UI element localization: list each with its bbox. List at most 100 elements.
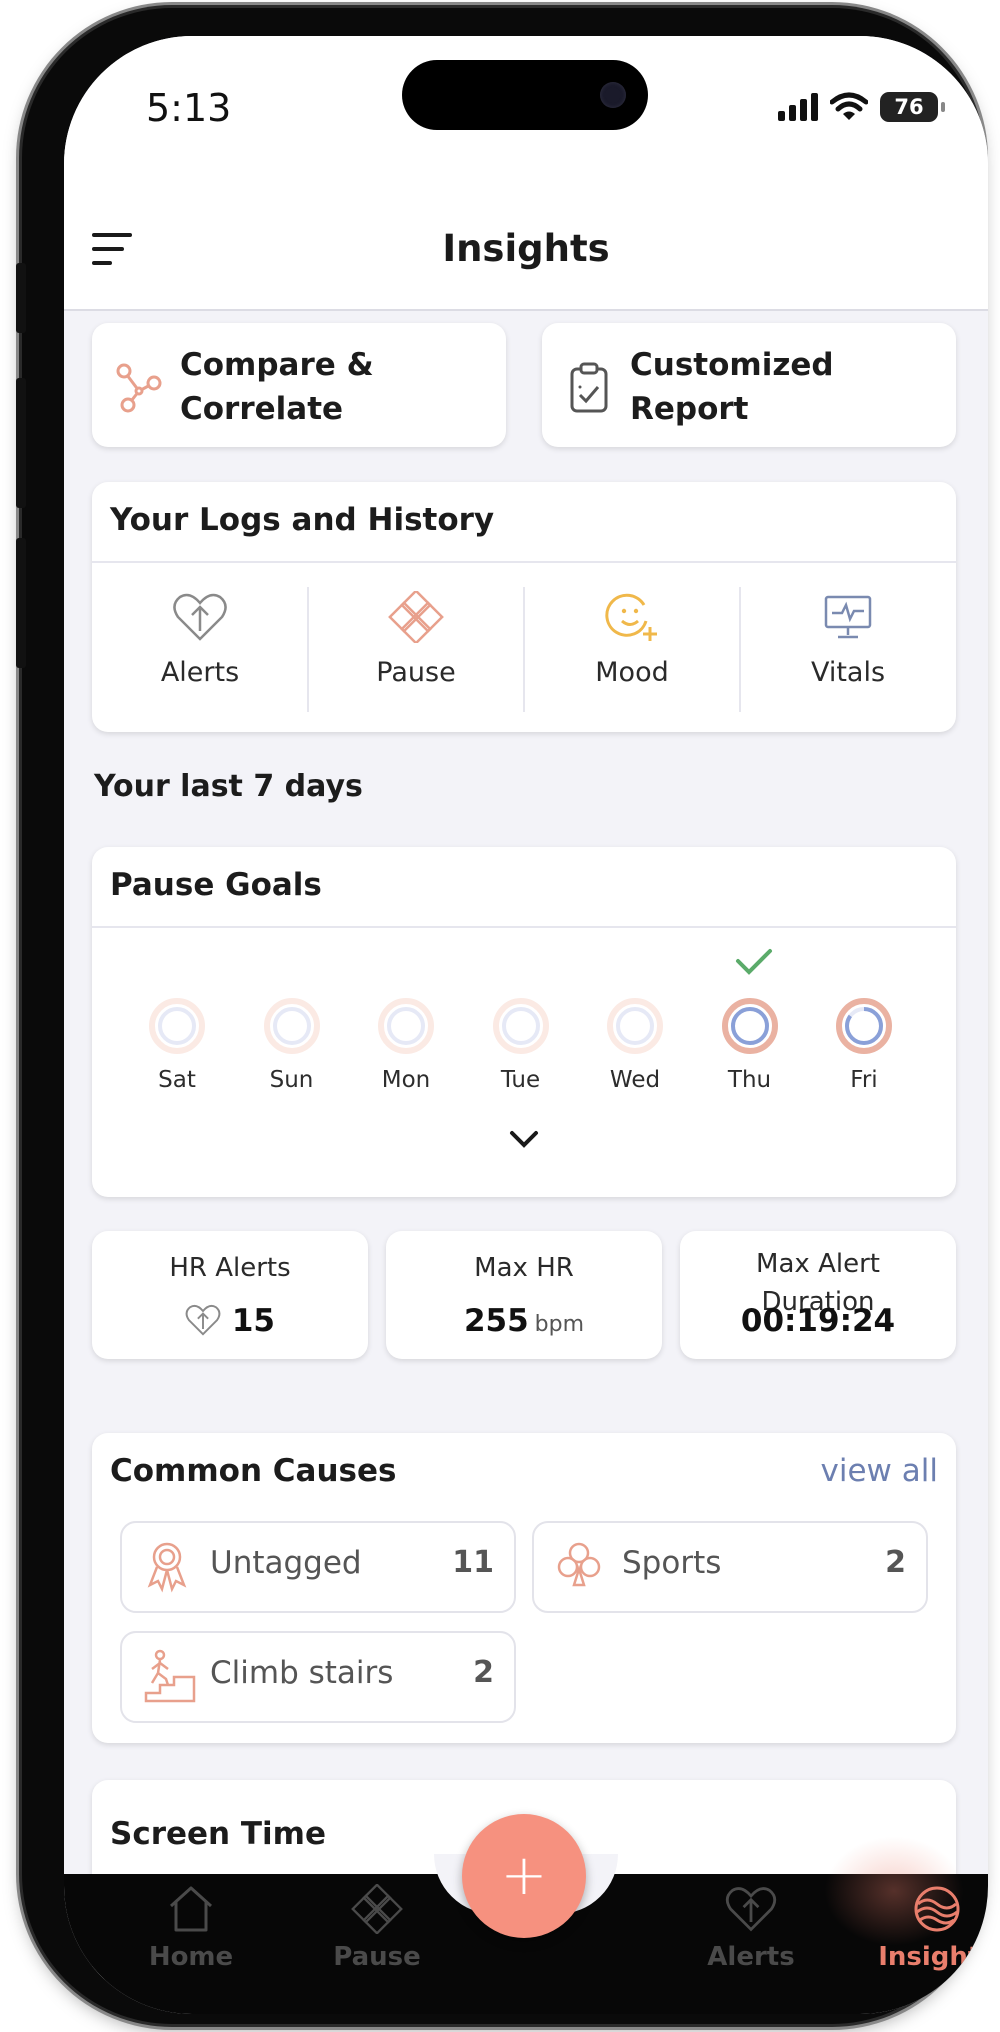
log-mood-button[interactable]: Mood (524, 567, 740, 717)
pause-goals-card: Pause Goals Sat Sun Mon Tue Wed Thu Fri (92, 847, 956, 1197)
log-vitals-label: Vitals (810, 657, 886, 688)
nav-home[interactable]: Home (116, 1884, 266, 1972)
cause-chip-untagged[interactable]: Untagged 11 (120, 1521, 516, 1613)
smiley-plus-icon (605, 593, 657, 641)
pause-goal-day[interactable]: Sun (247, 997, 337, 1093)
club-icon (557, 1542, 601, 1587)
cause-label: Climb stairs (210, 1655, 394, 1691)
log-alerts-label: Alerts (160, 657, 240, 688)
compare-correlate-button[interactable]: Compare & Correlate (92, 323, 506, 447)
pause-goals-title: Pause Goals (110, 867, 322, 903)
monitor-pulse-icon (824, 595, 872, 639)
day-label: Sat (158, 1067, 196, 1093)
logs-history-card: Your Logs and History Alerts Pause Mood … (92, 482, 956, 732)
nav-alerts[interactable]: Alerts (676, 1884, 826, 1972)
ribbon-award-icon (147, 1542, 187, 1593)
last-7-days-heading: Your last 7 days (94, 769, 363, 804)
progress-ring (149, 998, 205, 1054)
max-alert-duration-card[interactable]: Max Alert Duration 00:19:24 (680, 1231, 956, 1359)
chevron-down-icon[interactable] (508, 1128, 540, 1150)
log-alerts-button[interactable]: Alerts (92, 567, 308, 717)
compare-correlate-label: Compare & Correlate (180, 347, 374, 427)
hr-alerts-value: 15 (231, 1303, 275, 1339)
nodes-icon (116, 363, 162, 413)
nav-alerts-label: Alerts (707, 1942, 795, 1972)
camera-icon (600, 82, 626, 108)
heart-arrow-icon (185, 1304, 221, 1336)
log-vitals-button[interactable]: Vitals (740, 567, 956, 717)
clipboard-check-icon (570, 362, 608, 413)
log-pause-button[interactable]: Pause (308, 567, 524, 717)
cause-count: 2 (885, 1545, 906, 1580)
hr-alerts-label: HR Alerts (169, 1253, 291, 1283)
pause-goal-day[interactable]: Tue (476, 997, 566, 1093)
day-label: Thu (727, 1067, 772, 1093)
heart-arrow-icon (725, 1887, 777, 1932)
silent-switch (16, 263, 26, 333)
progress-ring (607, 998, 663, 1054)
progress-ring (263, 998, 320, 1054)
day-label: Wed (609, 1067, 661, 1093)
day-label: Fri (850, 1067, 878, 1093)
hr-alerts-value-row: 15 (92, 1303, 368, 1339)
battery-icon: 76 (880, 92, 945, 122)
customized-report-label: Customized Report (630, 347, 834, 427)
progress-ring (836, 998, 892, 1054)
cause-chip-sports[interactable]: Sports 2 (532, 1521, 928, 1613)
check-icon (736, 949, 772, 975)
progress-ring (492, 998, 549, 1054)
cause-label: Untagged (210, 1545, 362, 1581)
flower-icon (388, 591, 444, 643)
flower-icon (351, 1883, 403, 1935)
day-label: Tue (500, 1067, 541, 1093)
volume-down-button (16, 538, 26, 668)
dynamic-island (402, 60, 648, 130)
cause-count: 2 (473, 1655, 494, 1690)
wifi-icon (830, 92, 868, 120)
pause-goal-day[interactable]: Mon (361, 997, 451, 1093)
app-header: Insights (64, 191, 988, 311)
max-alert-duration-value: 00:19:24 (740, 1303, 896, 1339)
customized-report-button[interactable]: Customized Report (542, 323, 956, 447)
heart-arrow-icon (173, 593, 227, 641)
max-hr-card[interactable]: Max HR 255 bpm (386, 1231, 662, 1359)
screen: 5:13 76 Insights Compare & Correlate Cus… (64, 36, 988, 2014)
pause-goal-day[interactable]: Fri (819, 997, 909, 1093)
active-tab-glow (824, 1836, 964, 1946)
status-time: 5:13 (146, 86, 232, 130)
cause-count: 11 (452, 1545, 494, 1580)
home-icon (169, 1886, 213, 1932)
pause-goal-day[interactable]: Thu (705, 997, 795, 1093)
pause-goal-day[interactable]: Wed (590, 997, 680, 1093)
log-mood-label: Mood (595, 657, 669, 688)
volume-up-button (16, 378, 26, 508)
max-hr-value: 255 (463, 1303, 529, 1339)
hr-alerts-card[interactable]: HR Alerts 15 (92, 1231, 368, 1359)
day-label: Sun (269, 1067, 314, 1093)
pause-goal-day[interactable]: Sat (132, 997, 222, 1093)
status-icons: 76 (778, 92, 945, 122)
page-title: Insights (442, 227, 610, 270)
phone-frame: 5:13 76 Insights Compare & Correlate Cus… (16, 8, 988, 2024)
status-bar: 5:13 76 (64, 36, 988, 191)
nav-pause[interactable]: Pause (302, 1883, 452, 1972)
stairs-icon (144, 1649, 196, 1703)
progress-ring (378, 998, 434, 1054)
day-label: Mon (381, 1067, 431, 1093)
view-all-link[interactable]: view all (821, 1453, 938, 1489)
nav-home-label: Home (148, 1942, 234, 1972)
cellular-signal-icon (778, 93, 818, 121)
log-pause-label: Pause (376, 657, 456, 688)
max-hr-value-row: 255 bpm (386, 1303, 662, 1339)
divider (92, 926, 956, 928)
cause-chip-climb-stairs[interactable]: Climb stairs 2 (120, 1631, 516, 1723)
cause-label: Sports (622, 1545, 722, 1581)
screen-time-title: Screen Time (110, 1816, 327, 1852)
progress-ring (721, 998, 778, 1054)
logs-history-title: Your Logs and History (110, 502, 495, 538)
max-hr-label: Max HR (474, 1253, 574, 1283)
max-hr-unit: bpm (534, 1312, 585, 1337)
add-button[interactable]: + (462, 1814, 586, 1938)
common-causes-title: Common Causes (110, 1453, 397, 1489)
common-causes-card: Common Causes view all Untagged 11 Sport… (92, 1433, 956, 1743)
